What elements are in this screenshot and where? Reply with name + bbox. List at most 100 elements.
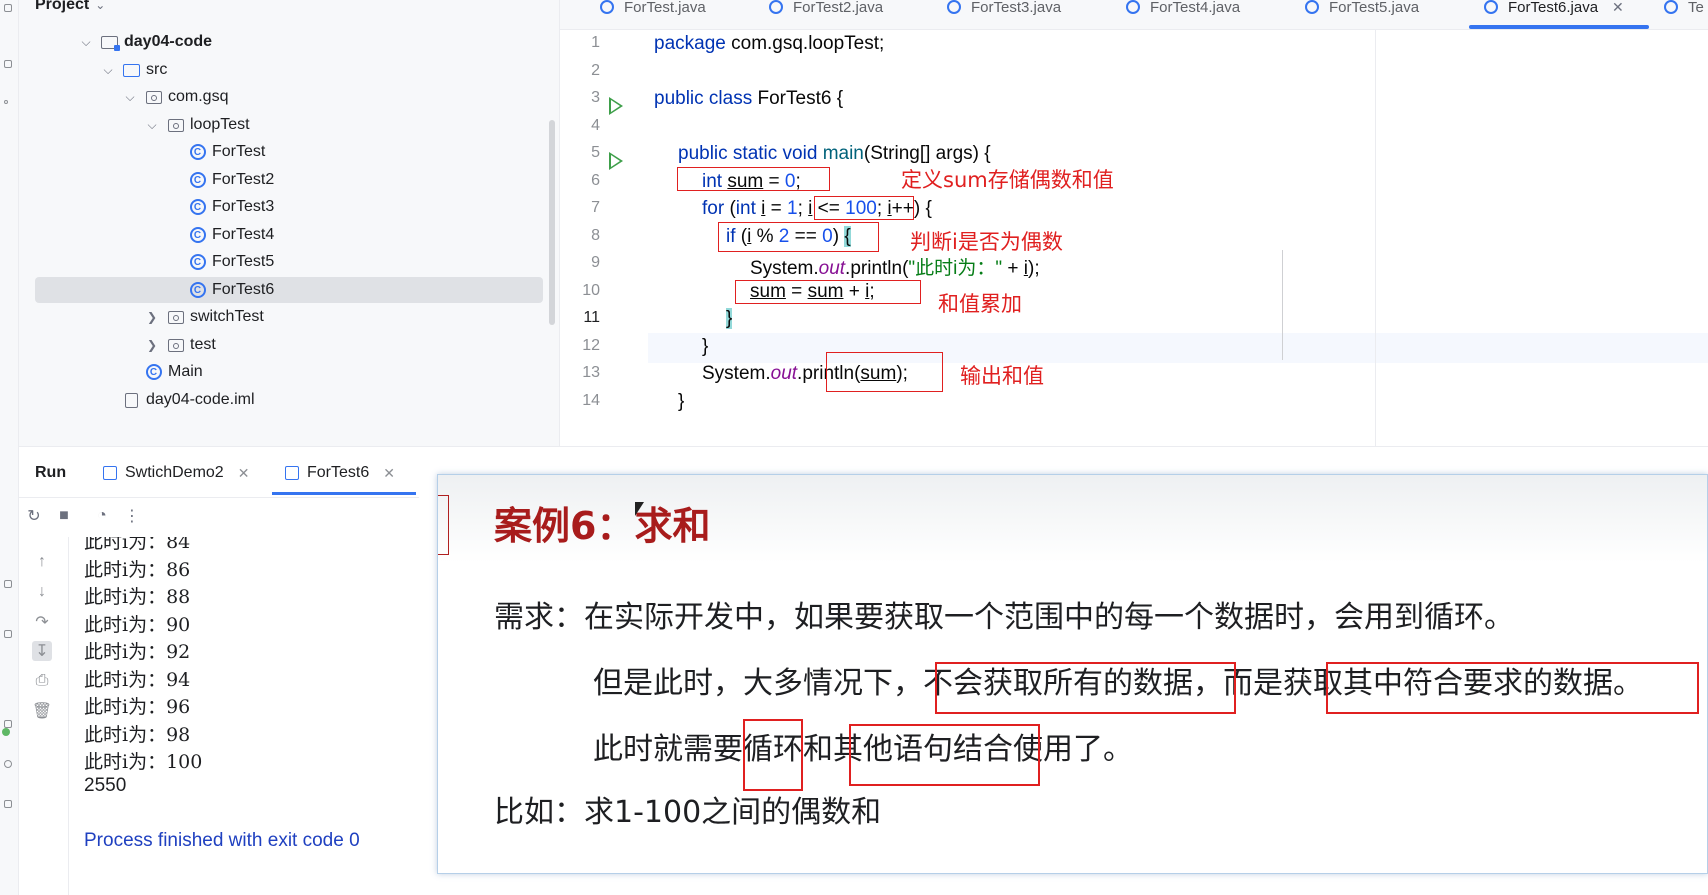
close-icon[interactable]: ✕: [238, 465, 250, 482]
tree-item-label: src: [146, 61, 168, 78]
project-header[interactable]: Project ⌄: [35, 0, 105, 14]
tool-window-strip: [0, 0, 19, 895]
tab-fortest2[interactable]: ForTest2.java: [769, 0, 883, 19]
slide-highlight-matching-data: [1326, 662, 1699, 714]
tab-label: ForTest3.java: [971, 0, 1062, 16]
java-class-icon: C: [189, 199, 206, 215]
run-tab-label: ForTest6: [307, 464, 370, 481]
slide-overlay: 案例6：求和 需求：在实际开发中，如果要获取一个范围中的每一个数据时，会用到循环…: [437, 474, 1708, 874]
chevron-right-icon[interactable]: ❯: [145, 338, 159, 352]
chevron-down-icon[interactable]: ⌵: [101, 63, 115, 78]
annotation-accumulate: 和值累加: [938, 292, 1022, 316]
clear-all-icon[interactable]: 🗑: [32, 701, 52, 721]
terminal-icon[interactable]: [4, 630, 12, 638]
services-icon[interactable]: [4, 580, 12, 588]
tree-item-class[interactable]: C ForTest2: [167, 167, 274, 193]
java-class-icon: C: [145, 364, 162, 380]
rerun-icon[interactable]: ↻: [25, 507, 43, 525]
console-process-finished: Process finished with exit code 0: [84, 830, 360, 851]
code-line-5[interactable]: public static void main(String[] args) {: [678, 143, 991, 165]
tree-item-class[interactable]: C ForTest5: [167, 249, 274, 275]
tree-item-file[interactable]: day04-code.iml: [101, 387, 255, 413]
line-number: 2: [591, 62, 600, 79]
java-class-icon: [947, 0, 961, 14]
annotation-check-even: 判断i是否为偶数: [910, 230, 1063, 254]
run-tab-fortest6[interactable]: ForTest6 ✕: [285, 464, 395, 482]
scroll-down-icon[interactable]: ↓: [32, 582, 52, 602]
scroll-to-end-icon[interactable]: ↧: [32, 641, 52, 661]
tree-item-class[interactable]: C ForTest4: [167, 222, 274, 248]
source-folder-icon: [123, 63, 140, 77]
editor-tab-bar: ForTest.java ForTest2.java ForTest3.java…: [560, 0, 1708, 30]
tree-item-label: ForTest3: [212, 198, 275, 215]
tab-label: ForTest6.java: [1508, 0, 1599, 16]
close-icon[interactable]: ✕: [383, 465, 395, 482]
tree-item-package[interactable]: ⌵ com.gsq: [123, 84, 228, 110]
chevron-down-icon[interactable]: ⌄: [95, 0, 105, 12]
tree-item-class[interactable]: C ForTest: [167, 139, 265, 165]
highlight-accumulate: [735, 280, 921, 304]
tab-label: ForTest4.java: [1150, 0, 1241, 16]
console-output[interactable]: 此时i为：84 此时i为：86 此时i为：88 此时i为：90 此时i为：92 …: [84, 537, 424, 895]
code-line-3[interactable]: public class ForTest6 {: [654, 88, 843, 110]
package-icon: [145, 90, 162, 104]
git-icon[interactable]: [4, 760, 12, 768]
tab-fortest[interactable]: ForTest.java: [600, 0, 706, 19]
annotation-sum-definition: 定义sum存储偶数和值: [901, 168, 1114, 192]
tree-item-package[interactable]: ⌵ loopTest: [145, 112, 250, 138]
tab-overflow[interactable]: Te: [1664, 0, 1704, 19]
tree-item-label: loopTest: [190, 116, 250, 133]
chevron-down-icon[interactable]: ⌵: [123, 90, 137, 105]
run-main-icon[interactable]: [609, 152, 623, 170]
tree-item-package[interactable]: ❯ switchTest: [145, 304, 264, 330]
tree-item-src[interactable]: ⌵ src: [101, 57, 167, 83]
console-line: 此时i为：86: [84, 559, 191, 581]
tree-item-module[interactable]: ⌵ day04-code: [79, 29, 212, 55]
code-line-11[interactable]: }: [726, 308, 733, 330]
project-header-label: Project: [35, 0, 90, 13]
code-editor[interactable]: ForTest.java ForTest2.java ForTest3.java…: [560, 0, 1708, 446]
run-class-icon[interactable]: [609, 97, 623, 115]
print-icon[interactable]: ⎙: [32, 671, 52, 691]
java-class-icon: [1305, 0, 1319, 14]
chevron-down-icon[interactable]: ⌵: [79, 35, 93, 50]
java-class-icon: C: [189, 254, 206, 270]
chevron-down-icon[interactable]: ⌵: [145, 118, 159, 133]
line-number: 5: [591, 144, 600, 161]
stop-icon[interactable]: ■: [55, 507, 73, 525]
profiler-icon[interactable]: ◔: [93, 507, 111, 525]
structure-icon[interactable]: [4, 4, 12, 12]
tree-item-label: ForTest4: [212, 226, 275, 243]
tab-fortest4[interactable]: ForTest4.java: [1126, 0, 1240, 19]
close-icon[interactable]: ✕: [1612, 0, 1624, 16]
slide-line-example: 比如：求1-100之间的偶数和: [494, 795, 882, 830]
tree-item-class-selected[interactable]: C ForTest6: [35, 277, 543, 303]
code-line-12[interactable]: }: [702, 336, 708, 358]
tab-fortest3[interactable]: ForTest3.java: [947, 0, 1061, 19]
more-icon[interactable]: [4, 100, 8, 104]
mouse-pointer-icon: [635, 502, 644, 516]
code-line-9[interactable]: System.out.println("此时i为：" + i);: [750, 253, 1040, 280]
run-tab-swtichdemo2[interactable]: SwtichDemo2 ✕: [103, 464, 249, 482]
chevron-right-icon[interactable]: ❯: [145, 310, 159, 324]
tree-item-package[interactable]: ❯ test: [145, 332, 216, 358]
project-scrollbar[interactable]: [549, 120, 555, 325]
code-line-14[interactable]: }: [678, 391, 684, 413]
java-class-icon: [1484, 0, 1498, 14]
todo-icon[interactable]: [4, 800, 12, 808]
tab-fortest5[interactable]: ForTest5.java: [1305, 0, 1419, 19]
java-class-icon: C: [189, 282, 206, 298]
tree-item-label: day04-code.iml: [146, 391, 255, 408]
scroll-up-icon[interactable]: ↑: [32, 552, 52, 572]
console-line: 此时i为：88: [84, 586, 191, 608]
commit-icon[interactable]: [4, 60, 12, 68]
soft-wrap-icon[interactable]: ↷: [32, 612, 52, 632]
problems-icon[interactable]: [4, 720, 12, 728]
tree-item-class[interactable]: C ForTest3: [167, 194, 274, 220]
code-line-1[interactable]: package com.gsq.loopTest;: [654, 33, 884, 55]
java-class-icon: C: [189, 144, 206, 160]
tree-item-class[interactable]: C Main: [123, 359, 203, 385]
more-options-icon[interactable]: ⋮: [123, 507, 141, 525]
run-status-icon[interactable]: [2, 728, 10, 736]
tab-fortest6[interactable]: ForTest6.java ✕: [1484, 0, 1624, 19]
